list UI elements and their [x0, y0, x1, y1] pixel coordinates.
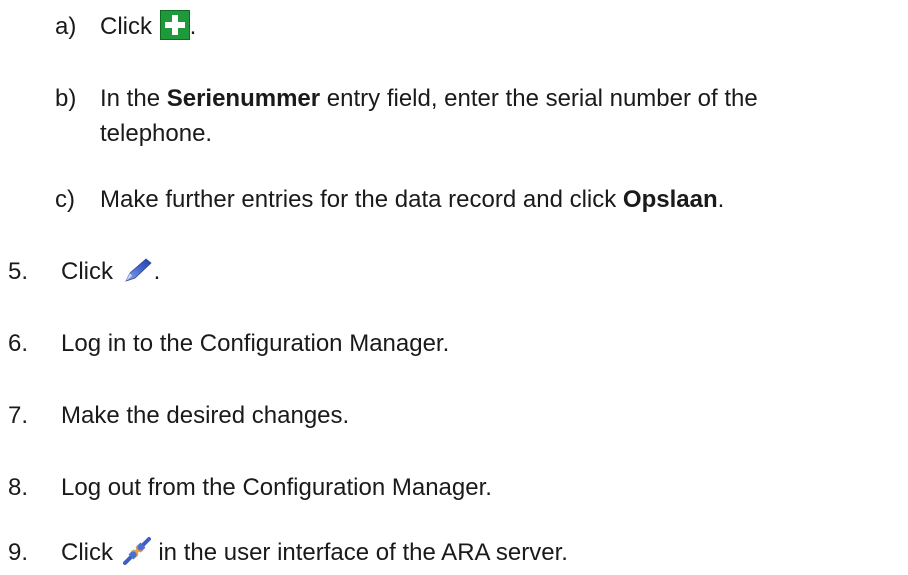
step-a-marker: a)	[55, 13, 77, 40]
step-9-after: in the user interface of the ARA server.	[151, 539, 568, 566]
step-9-before: Click	[61, 539, 120, 566]
step-5-before: Click	[61, 258, 120, 285]
step-8-text: Log out from the Configuration Manager.	[61, 474, 492, 501]
step-8-marker: 8.	[8, 474, 29, 501]
step-5-text: Click .	[61, 256, 160, 288]
step-a-text: Click .	[100, 9, 197, 43]
step-c-before: Make further entries for the data record…	[100, 186, 623, 213]
step-c-after: .	[717, 186, 725, 213]
step-b-continuation: telephone.	[100, 120, 213, 147]
step-c-text: Make further entries for the data record…	[100, 184, 724, 216]
add-icon	[159, 9, 190, 40]
step-6-text: Log in to the Configuration Manager.	[61, 330, 450, 357]
opslaan-label: Opslaan	[622, 186, 718, 213]
step-b-marker: b)	[55, 85, 77, 112]
disconnect-plug-icon	[122, 536, 152, 566]
step-5-after: .	[153, 258, 161, 285]
step-c-marker: c)	[55, 186, 75, 213]
step-a-before: Click	[100, 13, 159, 40]
step-b-text: In the Serienummer entry field, enter th…	[100, 83, 758, 115]
edit-pen-icon	[122, 255, 154, 285]
step-b-before: In the	[100, 85, 167, 112]
step-b-after: entry field, enter the serial number of …	[320, 85, 758, 112]
serienummer-label: Serienummer	[166, 85, 321, 112]
step-9-text: Click in the user interface of the ARA s…	[61, 536, 568, 569]
step-6-marker: 6.	[8, 330, 29, 357]
step-a-after: .	[189, 13, 197, 40]
step-9-marker: 9.	[8, 539, 29, 566]
step-7-text: Make the desired changes.	[61, 402, 350, 429]
step-5-marker: 5.	[8, 258, 29, 285]
step-7-marker: 7.	[8, 402, 29, 429]
